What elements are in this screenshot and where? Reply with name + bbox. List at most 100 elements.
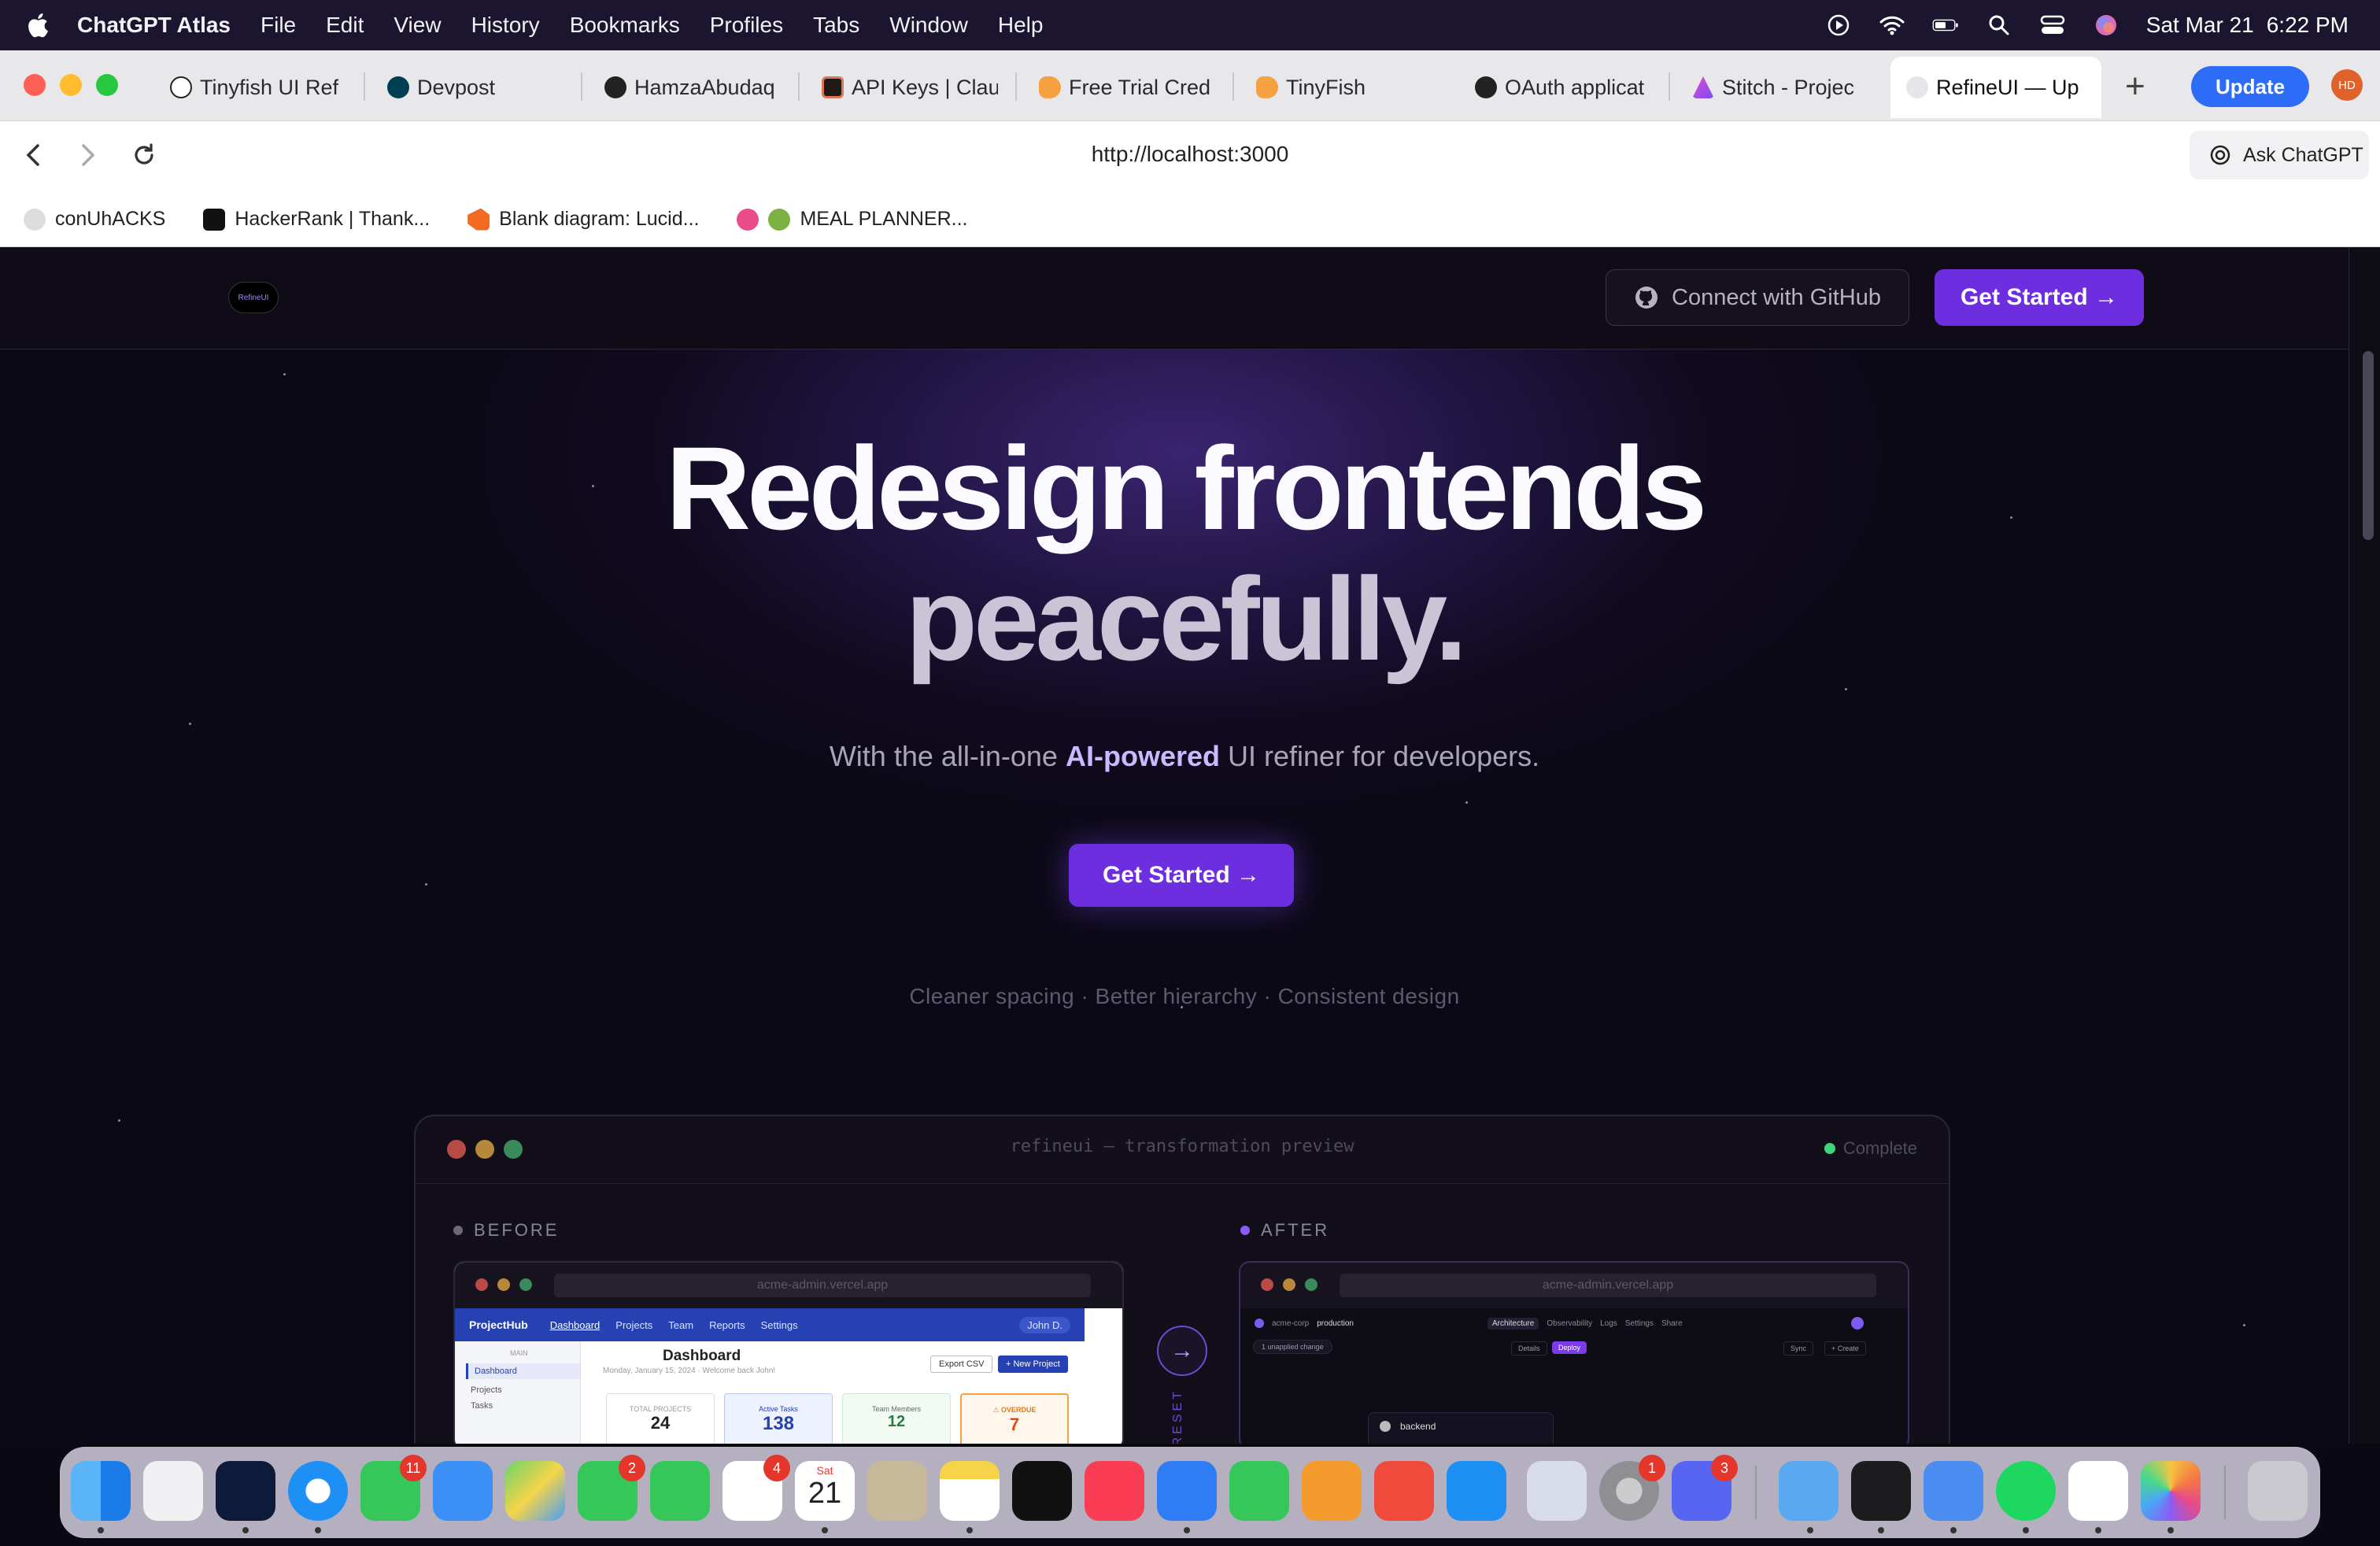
contacts-icon[interactable] bbox=[867, 1461, 927, 1521]
before-export-button: Export CSV bbox=[930, 1356, 993, 1373]
vscode-icon[interactable] bbox=[2068, 1461, 2128, 1521]
tab-refineui[interactable]: RefineUI — Up bbox=[1890, 57, 2101, 118]
tinyfish-icon bbox=[1256, 76, 1278, 98]
after-unapplied-badge: 1 unapplied change bbox=[1253, 1340, 1332, 1354]
iphone-mirroring-icon[interactable] bbox=[1527, 1461, 1587, 1521]
terminal-icon[interactable] bbox=[1851, 1461, 1911, 1521]
before-stat-overdue: ⚠ OVERDUE 7 bbox=[960, 1393, 1069, 1444]
mail-icon[interactable] bbox=[433, 1461, 493, 1521]
photos-icon[interactable] bbox=[2141, 1461, 2201, 1521]
ask-chatgpt-button[interactable]: Ask ChatGPT bbox=[2190, 131, 2369, 179]
stat-label: Active Tasks bbox=[759, 1405, 798, 1413]
menu-view[interactable]: View bbox=[394, 13, 441, 38]
discord-badge: 3 bbox=[1711, 1455, 1738, 1481]
mini-dot bbox=[475, 1278, 488, 1291]
hero-get-started-button[interactable]: Get Started → bbox=[1069, 844, 1294, 907]
menu-tabs[interactable]: Tabs bbox=[813, 13, 859, 38]
dock-divider bbox=[1755, 1466, 1757, 1519]
mini-dot bbox=[1305, 1278, 1318, 1291]
running-indicator bbox=[242, 1527, 249, 1533]
tab-tinyfish-ui-ref[interactable]: Tinyfish UI Ref bbox=[164, 57, 346, 118]
tab-tinyfish[interactable]: TinyFish bbox=[1250, 57, 1432, 118]
hackerrank-icon bbox=[203, 208, 226, 231]
tv-icon[interactable] bbox=[1012, 1461, 1072, 1521]
page-scrollbar-thumb[interactable] bbox=[2363, 351, 2374, 540]
after-tab-settings: Settings bbox=[1624, 1319, 1654, 1328]
apple-icon[interactable] bbox=[25, 11, 54, 39]
running-indicator bbox=[2023, 1527, 2029, 1533]
transform-arrow: → bbox=[1157, 1326, 1207, 1376]
wifi-icon[interactable] bbox=[1879, 13, 1905, 37]
rocket-icon[interactable] bbox=[1374, 1461, 1434, 1521]
tab-divider bbox=[1015, 72, 1017, 101]
menu-bookmarks[interactable]: Bookmarks bbox=[570, 13, 680, 38]
menu-file[interactable]: File bbox=[261, 13, 296, 38]
tab-claude-api-keys[interactable]: API Keys | Clau bbox=[815, 57, 998, 118]
maps-icon[interactable] bbox=[505, 1461, 565, 1521]
after-dot bbox=[1240, 1226, 1250, 1235]
trash-icon[interactable] bbox=[2248, 1461, 2308, 1521]
update-button[interactable]: Update bbox=[2191, 66, 2309, 107]
menu-app-name[interactable]: ChatGPT Atlas bbox=[77, 13, 231, 38]
tab-github-profile[interactable]: HamzaAbudaq bbox=[598, 57, 781, 118]
tab-stitch[interactable]: Stitch - Projec bbox=[1686, 57, 1868, 118]
notes-icon[interactable] bbox=[940, 1461, 1000, 1521]
menubar-date[interactable]: Sat Mar 21 bbox=[2146, 13, 2254, 38]
bookmark-conuhacks[interactable]: conUhACKS bbox=[24, 208, 165, 231]
openai-icon bbox=[170, 76, 192, 98]
keynote-icon[interactable] bbox=[1157, 1461, 1217, 1521]
pages-icon[interactable] bbox=[1302, 1461, 1362, 1521]
new-tab-button[interactable]: + bbox=[2125, 69, 2145, 104]
xcode-icon[interactable] bbox=[1924, 1461, 1983, 1521]
safari-icon[interactable] bbox=[288, 1461, 348, 1521]
copilot-icon[interactable] bbox=[216, 1461, 275, 1521]
bookmark-hackerrank[interactable]: HackerRank | Thank... bbox=[203, 208, 430, 231]
connect-github-button[interactable]: Connect with GitHub bbox=[1606, 269, 1909, 326]
mini-dot bbox=[1283, 1278, 1295, 1291]
nav-get-started-button[interactable]: Get Started → bbox=[1935, 269, 2144, 326]
close-window-button[interactable] bbox=[24, 74, 46, 96]
url-field[interactable]: http://localhost:3000 bbox=[0, 142, 2380, 167]
launchpad-icon[interactable] bbox=[143, 1461, 203, 1521]
menubar-time[interactable]: 6:22 PM bbox=[2267, 13, 2349, 38]
menu-profiles[interactable]: Profiles bbox=[710, 13, 783, 38]
tab-free-trial[interactable]: Free Trial Cred bbox=[1033, 57, 1215, 118]
app-store-icon[interactable] bbox=[1447, 1461, 1506, 1521]
battery-icon[interactable] bbox=[1932, 13, 1959, 37]
calendar-icon[interactable]: Sat 21 bbox=[795, 1461, 855, 1521]
menu-window[interactable]: Window bbox=[889, 13, 968, 38]
running-indicator bbox=[2095, 1527, 2101, 1533]
tab-label: Stitch - Projec bbox=[1722, 75, 1855, 99]
folder-icon[interactable] bbox=[1779, 1461, 1839, 1521]
control-center-icon[interactable] bbox=[2039, 13, 2066, 37]
dock-divider bbox=[2224, 1466, 2226, 1519]
tab-devpost[interactable]: Devpost bbox=[381, 57, 564, 118]
menu-history[interactable]: History bbox=[471, 13, 540, 38]
tab-divider bbox=[581, 72, 582, 101]
play-icon[interactable] bbox=[1825, 13, 1852, 37]
numbers-icon[interactable] bbox=[1229, 1461, 1289, 1521]
github-icon bbox=[1380, 1421, 1391, 1432]
minimize-window-button[interactable] bbox=[60, 74, 82, 96]
subtitle-suffix: UI refiner for developers. bbox=[1219, 740, 1540, 772]
siri-icon[interactable] bbox=[2093, 13, 2119, 37]
menu-help[interactable]: Help bbox=[998, 13, 1044, 38]
finder-icon[interactable] bbox=[71, 1461, 131, 1521]
spotify-icon[interactable] bbox=[1996, 1461, 2056, 1521]
tab-oauth-applications[interactable]: OAuth applicat bbox=[1469, 57, 1651, 118]
after-env: production bbox=[1317, 1319, 1354, 1328]
bookmark-meal-planner[interactable]: MEAL PLANNER... bbox=[737, 208, 968, 231]
after-status-dot bbox=[1851, 1317, 1864, 1330]
spotlight-icon[interactable] bbox=[1986, 13, 2012, 37]
tab-label: HamzaAbudaq bbox=[634, 75, 775, 99]
before-sidebar-dashboard: Dashboard bbox=[466, 1363, 580, 1379]
zoom-window-button[interactable] bbox=[96, 74, 118, 96]
github-icon bbox=[1475, 76, 1497, 98]
bookmark-lucidchart[interactable]: Blank diagram: Lucid... bbox=[468, 208, 699, 231]
before-heading: Dashboard bbox=[663, 1348, 741, 1364]
phone-icon[interactable] bbox=[650, 1461, 710, 1521]
music-icon[interactable] bbox=[1085, 1461, 1144, 1521]
menu-edit[interactable]: Edit bbox=[326, 13, 364, 38]
site-logo[interactable]: RefineUI bbox=[228, 282, 279, 313]
avatar[interactable]: HD bbox=[2331, 69, 2363, 101]
